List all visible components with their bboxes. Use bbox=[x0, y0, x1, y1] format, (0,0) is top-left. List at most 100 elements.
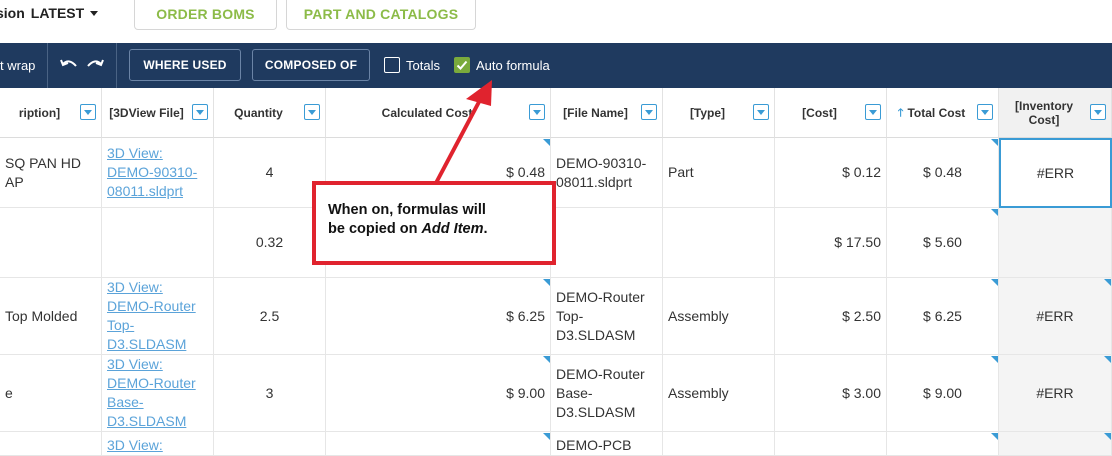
formula-marker-icon bbox=[543, 433, 550, 440]
callout-line-2: be copied on Add Item. bbox=[328, 220, 540, 239]
column-header-cost[interactable]: [Cost] bbox=[775, 88, 887, 138]
where-used-button[interactable]: WHERE USED bbox=[129, 49, 241, 81]
cell-total-cost[interactable]: $ 0.48 bbox=[887, 138, 999, 208]
cell-description[interactable] bbox=[0, 432, 102, 456]
cell-cost[interactable] bbox=[775, 432, 887, 456]
cell-type[interactable] bbox=[663, 432, 775, 456]
cell-type[interactable]: Assembly bbox=[663, 278, 775, 355]
filter-icon[interactable] bbox=[304, 104, 320, 120]
column-header-label: Total Cost bbox=[907, 105, 966, 120]
cell-cost[interactable]: $ 17.50 bbox=[775, 208, 887, 278]
cell-description[interactable]: SQ PAN HD AP bbox=[0, 138, 102, 208]
cell-3dview-link[interactable]: 3D View: DEMO-90310-08011.sldprt bbox=[102, 138, 214, 208]
composed-of-button[interactable]: COMPOSED OF bbox=[252, 49, 370, 81]
cell-3dview-link[interactable]: 3D View: DEMO-Router Base-D3.SLDASM bbox=[102, 355, 214, 432]
formula-marker-icon bbox=[991, 209, 998, 216]
column-header-quantity[interactable]: Quantity bbox=[214, 88, 326, 138]
cell-file-name[interactable]: DEMO-Router Top-D3.SLDASM bbox=[551, 278, 663, 355]
cell-calculated-cost[interactable]: $ 6.25 bbox=[326, 278, 551, 355]
tab-order-boms[interactable]: ORDER BOMS bbox=[134, 0, 277, 30]
cell-total-cost[interactable]: $ 9.00 bbox=[887, 355, 999, 432]
column-header-label: [Inventory Cost] bbox=[1014, 98, 1073, 127]
formula-marker-icon bbox=[543, 139, 550, 146]
cell-quantity[interactable]: 4 bbox=[214, 138, 326, 208]
formula-marker-icon bbox=[543, 279, 550, 286]
cell-description[interactable]: e bbox=[0, 355, 102, 432]
column-header-label: Calculated Cost bbox=[381, 105, 473, 120]
cell-3dview-link[interactable]: 3D View: DEMO-Router Top-D3.SLDASM bbox=[102, 278, 214, 355]
redo-icon[interactable] bbox=[85, 55, 105, 75]
auto-formula-checkbox[interactable] bbox=[454, 57, 470, 73]
toolbar: t wrap WHERE USED COMPOSED OF Totals Aut… bbox=[0, 43, 1112, 88]
toolbar-divider bbox=[47, 43, 48, 88]
cell-total-cost[interactable]: $ 6.25 bbox=[887, 278, 999, 355]
cell-total-cost[interactable] bbox=[887, 432, 999, 456]
cell-inventory-cost[interactable]: #ERR bbox=[999, 278, 1112, 355]
column-header-3dview-file[interactable]: [3DView File] bbox=[102, 88, 214, 138]
totals-label: Totals bbox=[406, 58, 440, 73]
callout-line-1: When on, formulas will bbox=[328, 202, 486, 218]
filter-icon[interactable] bbox=[977, 104, 993, 120]
version-value: LATEST bbox=[30, 5, 85, 21]
cell-calculated-cost[interactable] bbox=[326, 432, 551, 456]
cell-cost[interactable]: $ 2.50 bbox=[775, 278, 887, 355]
filter-icon[interactable] bbox=[641, 104, 657, 120]
column-header-label: [3DView File] bbox=[109, 105, 184, 120]
checkmark-icon bbox=[456, 60, 468, 70]
cell-inventory-cost[interactable]: #ERR bbox=[999, 138, 1112, 208]
filter-icon[interactable] bbox=[753, 104, 769, 120]
filter-icon[interactable] bbox=[192, 104, 208, 120]
cell-type[interactable] bbox=[663, 208, 775, 278]
callout-emphasis: Add Item bbox=[421, 221, 484, 237]
cell-calculated-cost[interactable]: $ 9.00 bbox=[326, 355, 551, 432]
column-header-label: [Type] bbox=[689, 105, 726, 120]
column-header-label: ription] bbox=[18, 105, 61, 120]
cell-cost[interactable]: $ 3.00 bbox=[775, 355, 887, 432]
totals-checkbox[interactable] bbox=[384, 57, 400, 73]
version-selector[interactable]: sion LATEST bbox=[0, 3, 99, 23]
toolbar-divider bbox=[116, 43, 117, 88]
column-header-inventory-cost[interactable]: [Inventory Cost] bbox=[999, 88, 1112, 138]
column-header-total-cost[interactable]: 🡑 Total Cost bbox=[887, 88, 999, 138]
column-header-type[interactable]: [Type] bbox=[663, 88, 775, 138]
cell-file-name[interactable]: DEMO-90310-08011.sldprt bbox=[551, 138, 663, 208]
cell-type[interactable]: Part bbox=[663, 138, 775, 208]
cell-file-name[interactable]: DEMO-Router Base-D3.SLDASM bbox=[551, 355, 663, 432]
tooltip-callout: When on, formulas will be copied on Add … bbox=[312, 181, 556, 265]
column-header-label: [Cost] bbox=[802, 105, 837, 120]
column-header-file-name[interactable]: [File Name] bbox=[551, 88, 663, 138]
cell-3dview-link[interactable] bbox=[102, 208, 214, 278]
text-wrap-toggle[interactable]: t wrap bbox=[0, 58, 35, 73]
cell-description[interactable] bbox=[0, 208, 102, 278]
cell-quantity[interactable]: 0.32 bbox=[214, 208, 326, 278]
filter-icon[interactable] bbox=[80, 104, 96, 120]
column-header-description[interactable]: ription] bbox=[0, 88, 102, 138]
column-header-calculated-cost[interactable]: Calculated Cost bbox=[326, 88, 551, 138]
cell-total-cost[interactable]: $ 5.60 bbox=[887, 208, 999, 278]
cell-type[interactable]: Assembly bbox=[663, 355, 775, 432]
cell-file-name[interactable] bbox=[551, 208, 663, 278]
cell-quantity[interactable]: 3 bbox=[214, 355, 326, 432]
formula-marker-icon bbox=[991, 279, 998, 286]
cell-inventory-cost[interactable] bbox=[999, 432, 1112, 456]
cell-quantity[interactable] bbox=[214, 432, 326, 456]
bom-grid: ription] [3DView File] Quantity Calculat… bbox=[0, 88, 1112, 456]
formula-marker-icon bbox=[1104, 279, 1111, 286]
tab-part-and-catalogs[interactable]: PART AND CATALOGS bbox=[286, 0, 476, 30]
cell-3dview-link[interactable]: 3D View: bbox=[102, 432, 214, 456]
column-header-label: Quantity bbox=[234, 105, 283, 120]
cell-cost[interactable]: $ 0.12 bbox=[775, 138, 887, 208]
cell-inventory-cost[interactable]: #ERR bbox=[999, 355, 1112, 432]
formula-marker-icon bbox=[1104, 433, 1111, 440]
cell-description[interactable]: Top Molded bbox=[0, 278, 102, 355]
cell-file-name[interactable]: DEMO-PCB bbox=[551, 432, 663, 456]
filter-icon[interactable] bbox=[529, 104, 545, 120]
formula-marker-icon bbox=[991, 356, 998, 363]
cell-inventory-cost[interactable] bbox=[999, 208, 1112, 278]
filter-icon[interactable] bbox=[865, 104, 881, 120]
auto-formula-label: Auto formula bbox=[476, 58, 550, 73]
filter-icon[interactable] bbox=[1090, 104, 1106, 120]
undo-icon[interactable] bbox=[59, 55, 79, 75]
cell-quantity[interactable]: 2.5 bbox=[214, 278, 326, 355]
top-bar: sion LATEST ORDER BOMS PART AND CATALOGS bbox=[0, 0, 1112, 43]
